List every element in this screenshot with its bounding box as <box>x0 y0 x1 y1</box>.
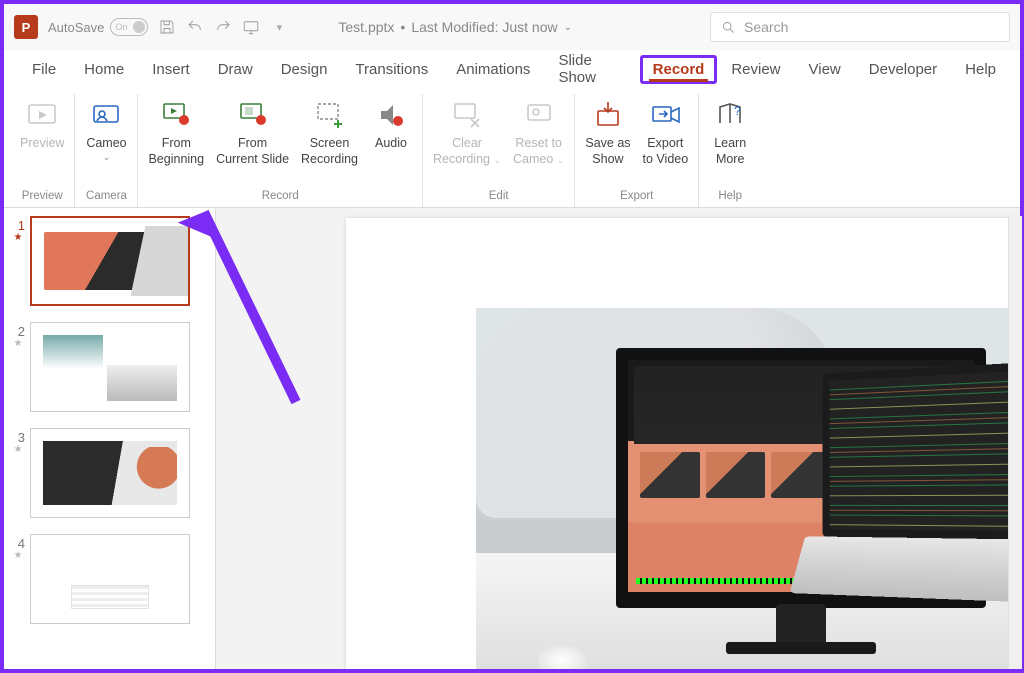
qat-overflow-icon[interactable]: ▾ <box>270 18 288 36</box>
group-label-preview: Preview <box>14 187 70 207</box>
tab-developer[interactable]: Developer <box>855 55 951 84</box>
chevron-down-icon: ⌄ <box>564 22 572 33</box>
reset-to-cameo-button[interactable]: Reset to Cameo ⌄ <box>507 94 570 167</box>
tab-review[interactable]: Review <box>717 55 794 84</box>
group-edit: Clear Recording ⌄ Reset to Cameo ⌄ Edit <box>423 94 575 207</box>
redo-icon[interactable] <box>214 18 232 36</box>
thumbnail-row[interactable]: 2 ★ <box>6 322 213 412</box>
audio-icon <box>374 98 408 132</box>
record-from-current-button[interactable]: From Current Slide <box>210 94 295 167</box>
autosave-control[interactable]: AutoSave On <box>48 18 148 36</box>
search-input[interactable]: Search <box>710 12 1010 42</box>
slide-number: 3 <box>11 428 25 445</box>
group-label-camera: Camera <box>79 187 133 207</box>
chevron-down-icon: ⌄ <box>557 155 565 165</box>
group-export: Save as Show Export to Video Export <box>575 94 699 207</box>
reset-cameo-icon <box>522 98 556 132</box>
powerpoint-logo-icon: P <box>14 15 38 39</box>
present-icon[interactable] <box>242 18 260 36</box>
slide-thumbnail-2[interactable] <box>30 322 190 412</box>
learn-more-icon: ? <box>713 98 747 132</box>
chevron-down-icon: ⌄ <box>493 155 501 165</box>
tab-view[interactable]: View <box>795 55 855 84</box>
tab-file[interactable]: File <box>18 55 70 84</box>
search-icon <box>721 20 736 35</box>
tab-animations[interactable]: Animations <box>442 55 544 84</box>
group-label-record: Record <box>142 187 418 207</box>
tab-transitions[interactable]: Transitions <box>341 55 442 84</box>
save-as-show-button[interactable]: Save as Show <box>579 94 636 167</box>
tab-slideshow[interactable]: Slide Show <box>544 46 639 92</box>
animation-star-icon: ★ <box>14 235 23 241</box>
clear-recording-icon <box>450 98 484 132</box>
preview-button[interactable]: Preview <box>14 94 70 152</box>
group-label-help: Help <box>703 187 757 207</box>
tab-insert[interactable]: Insert <box>138 55 204 84</box>
document-title[interactable]: Test.pptx • Last Modified: Just now ⌄ <box>338 19 572 35</box>
export-to-video-button[interactable]: Export to Video <box>637 94 695 167</box>
tab-record[interactable]: Record <box>640 55 718 84</box>
cameo-icon <box>89 98 123 132</box>
ribbon-tabs: File Home Insert Draw Design Transitions… <box>4 50 1020 88</box>
tab-design[interactable]: Design <box>267 55 342 84</box>
slide-number: 1 <box>11 216 25 233</box>
autosave-label: AutoSave <box>48 20 104 35</box>
clear-recording-button[interactable]: Clear Recording ⌄ <box>427 94 507 167</box>
group-label-edit: Edit <box>427 187 570 207</box>
group-label-export: Export <box>579 187 694 207</box>
slide-number: 2 <box>11 322 25 339</box>
vertical-scrollbar[interactable] <box>1008 216 1022 669</box>
thumbnail-row[interactable]: 4 ★ <box>6 534 213 624</box>
slide-thumbnail-1[interactable] <box>30 216 190 306</box>
screen-recording-icon <box>313 98 347 132</box>
slide-canvas-area[interactable] <box>216 208 1020 669</box>
group-record: From Beginning From Current Slide Screen… <box>138 94 423 207</box>
record-from-beginning-button[interactable]: From Beginning <box>142 94 210 167</box>
slide-thumbnails-panel[interactable]: 1 ★ 2 ★ 3 ★ 4 ★ <box>4 208 216 669</box>
animation-star-icon: ★ <box>14 341 23 347</box>
title-bar: P AutoSave On ▾ Test.pptx • Last Modifie… <box>4 4 1020 50</box>
tab-help[interactable]: Help <box>951 55 1010 84</box>
screen-recording-button[interactable]: Screen Recording <box>295 94 364 167</box>
preview-icon <box>25 98 59 132</box>
slide-thumbnail-4[interactable] <box>30 534 190 624</box>
workspace: 1 ★ 2 ★ 3 ★ 4 ★ <box>4 208 1020 669</box>
save-icon[interactable] <box>158 18 176 36</box>
export-video-icon <box>648 98 682 132</box>
save-as-show-icon <box>591 98 625 132</box>
svg-text:?: ? <box>734 104 741 118</box>
animation-star-icon: ★ <box>14 447 23 453</box>
thumbnail-row[interactable]: 3 ★ <box>6 428 213 518</box>
autosave-toggle[interactable]: On <box>110 18 148 36</box>
slide-canvas[interactable] <box>346 218 1020 669</box>
chevron-down-icon: ⌄ <box>103 154 111 160</box>
audio-button[interactable]: Audio <box>364 94 418 152</box>
filename-label: Test.pptx <box>338 19 394 35</box>
animation-star-icon: ★ <box>14 553 23 559</box>
search-placeholder: Search <box>744 19 788 35</box>
group-help: ? Learn More Help <box>699 94 761 207</box>
record-from-beginning-icon <box>159 98 193 132</box>
group-camera: Cameo ⌄ Camera <box>75 94 138 207</box>
learn-more-button[interactable]: ? Learn More <box>703 94 757 167</box>
tab-home[interactable]: Home <box>70 55 138 84</box>
group-preview: Preview Preview <box>10 94 75 207</box>
tab-draw[interactable]: Draw <box>204 55 267 84</box>
slide-thumbnail-3[interactable] <box>30 428 190 518</box>
slide-image <box>476 308 1020 669</box>
record-from-current-icon <box>236 98 270 132</box>
cameo-button[interactable]: Cameo ⌄ <box>79 94 133 160</box>
undo-icon[interactable] <box>186 18 204 36</box>
thumbnail-row[interactable]: 1 ★ <box>6 216 213 306</box>
ribbon: Preview Preview Cameo ⌄ Camera From Begi <box>4 88 1020 208</box>
slide-number: 4 <box>11 534 25 551</box>
last-modified-label: Last Modified: Just now <box>411 19 557 35</box>
